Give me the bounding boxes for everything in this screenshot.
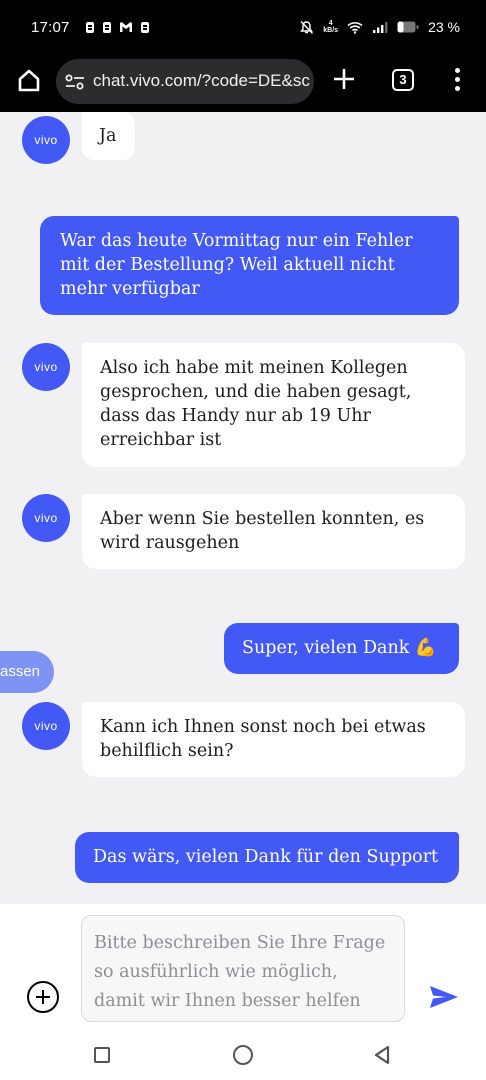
message-text: Super, vielen Dank 💪 (242, 638, 437, 658)
network-speed-value: 4 (328, 20, 333, 27)
new-tab-icon[interactable] (333, 68, 355, 90)
status-time: 17:07 (31, 19, 70, 36)
mute-bell-icon (300, 20, 314, 34)
message-text: Also ich habe mit meinen Kollegen gespro… (100, 358, 412, 450)
message-text: Aber wenn Sie bestellen konnten, es wird… (100, 509, 425, 553)
send-icon[interactable] (428, 984, 460, 1010)
user-message: War das heute Vormittag nur ein Fehler m… (40, 216, 459, 315)
home-button[interactable] (233, 1045, 253, 1065)
address-bar[interactable]: chat.vivo.com/?code=DE&sc (56, 59, 314, 104)
message-text: War das heute Vormittag nur ein Fehler m… (60, 231, 413, 299)
vivo-avatar: vivo (22, 702, 70, 750)
system-navigation-bar (0, 1028, 486, 1080)
more-menu-icon[interactable] (451, 67, 463, 93)
wifi-icon (347, 21, 363, 34)
app-notification-icon (141, 22, 149, 33)
user-message: Das wärs, vielen Dank für den Support (75, 832, 459, 883)
bot-message: Also ich habe mit meinen Kollegen gespro… (82, 343, 465, 467)
recent-apps-button[interactable] (94, 1047, 110, 1063)
vivo-avatar: vivo (22, 343, 70, 391)
message-input[interactable]: Bitte beschreiben Sie Ihre Frage so ausf… (81, 915, 405, 1022)
floating-side-tab[interactable]: assen (0, 651, 54, 693)
vivo-avatar: vivo (22, 494, 70, 542)
site-settings-icon[interactable] (65, 73, 85, 91)
message-text: Ja (99, 126, 117, 146)
user-message: Super, vielen Dank 💪 (224, 623, 459, 674)
message-text: Kann ich Ihnen sonst noch bei etwas behi… (100, 717, 426, 761)
url-text: chat.vivo.com/?code=DE&sc (93, 71, 310, 90)
bot-message: Kann ich Ihnen sonst noch bei etwas behi… (82, 702, 465, 777)
bot-message: Ja (82, 112, 135, 160)
composer: Bitte beschreiben Sie Ihre Frage so ausf… (0, 904, 486, 1028)
bot-message: Aber wenn Sie bestellen konnten, es wird… (82, 494, 465, 569)
back-icon[interactable] (373, 1045, 391, 1065)
battery-percentage: 23 % (428, 19, 460, 35)
system-icons: 4 kB/s 23 % (299, 19, 460, 35)
gmail-icon (120, 22, 132, 32)
add-attachment-button[interactable] (27, 981, 59, 1013)
home-icon[interactable] (16, 67, 42, 93)
app-notification-icon (103, 22, 111, 33)
signal-icon (373, 21, 388, 33)
status-bar: 17:07 4 kB/s 23 % (0, 0, 486, 56)
vivo-avatar: vivo (22, 116, 70, 164)
tab-switcher-button[interactable]: 3 (392, 69, 414, 91)
battery-icon (397, 21, 419, 33)
notification-icons (85, 21, 150, 34)
app-notification-icon (86, 22, 94, 33)
network-speed: 4 kB/s (323, 20, 338, 34)
chat-log[interactable]: vivo Ja War das heute Vormittag nur ein … (0, 112, 486, 904)
message-text: Das wärs, vielen Dank für den Support (93, 847, 439, 867)
network-speed-unit: kB/s (323, 27, 339, 34)
browser-toolbar: chat.vivo.com/?code=DE&sc 3 (0, 56, 486, 112)
